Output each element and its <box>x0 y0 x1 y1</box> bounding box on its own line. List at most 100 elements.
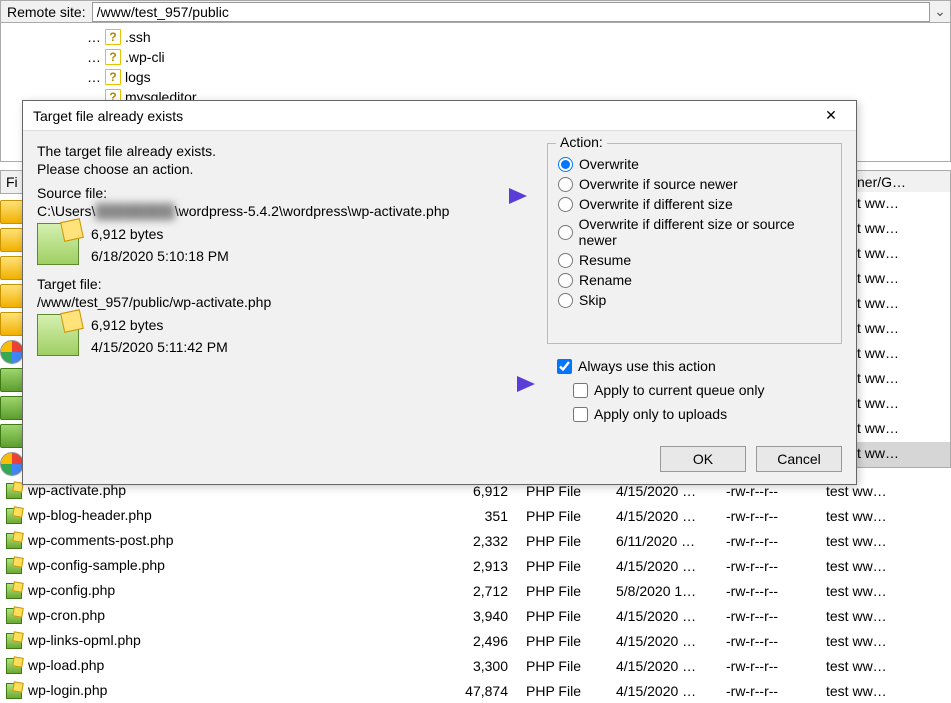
file-date: 6/11/2020 … <box>610 528 720 553</box>
file-perm: -rw-r--r-- <box>720 553 820 578</box>
php-file-icon <box>6 658 22 674</box>
unknown-icon: ? <box>105 49 121 65</box>
cancel-button[interactable]: Cancel <box>756 446 842 472</box>
action-radio[interactable]: Overwrite <box>558 156 831 172</box>
source-file-date: 6/18/2020 5:10:18 PM <box>91 245 229 267</box>
file-perm: -rw-r--r-- <box>720 528 820 553</box>
file-perm: -rw-r--r-- <box>720 678 820 703</box>
chrome-icon <box>0 340 24 364</box>
file-perm: -rw-r--r-- <box>720 503 820 528</box>
php-file-icon <box>6 683 22 699</box>
file-owner: test ww… <box>820 553 951 578</box>
file-owner: test ww… <box>820 578 951 603</box>
unknown-icon: ? <box>105 29 121 45</box>
tree-item-label: logs <box>125 69 151 85</box>
file-name: wp-blog-header.php <box>28 507 152 523</box>
action-radio[interactable]: Overwrite if different size or source ne… <box>558 216 831 248</box>
ok-button[interactable]: OK <box>660 446 746 472</box>
table-row[interactable]: wp-config.php2,712PHP File5/8/2020 1…-rw… <box>0 578 951 603</box>
table-row[interactable]: wp-login.php47,874PHP File4/15/2020 …-rw… <box>0 678 951 703</box>
target-file-path: /www/test_957/public/wp-activate.php <box>37 294 537 310</box>
apply-uploads-checkbox[interactable]: Apply only to uploads <box>573 406 842 422</box>
file-date: 4/15/2020 … <box>610 628 720 653</box>
owner-cell: t ww… <box>852 292 950 317</box>
close-icon[interactable]: ✕ <box>816 104 846 128</box>
tree-item[interactable]: …?.wp-cli <box>7 47 944 67</box>
action-radio[interactable]: Resume <box>558 252 831 268</box>
action-label: Skip <box>579 292 606 308</box>
action-group: Action: OverwriteOverwrite if source new… <box>547 143 842 344</box>
chevron-down-icon[interactable]: ⌄ <box>930 3 950 20</box>
owner-cell: t ww… <box>852 217 950 242</box>
table-row[interactable]: wp-load.php3,300PHP File4/15/2020 …-rw-r… <box>0 653 951 678</box>
file-perm: -rw-r--r-- <box>720 578 820 603</box>
table-row[interactable]: wp-blog-header.php351PHP File4/15/2020 …… <box>0 503 951 528</box>
file-name: wp-config.php <box>28 582 115 598</box>
target-file-label: Target file: <box>37 276 537 292</box>
table-row[interactable]: wp-comments-post.php2,332PHP File6/11/20… <box>0 528 951 553</box>
file-name: wp-load.php <box>28 657 104 673</box>
owner-cell: t ww… <box>852 317 950 342</box>
table-row[interactable]: wp-cron.php3,940PHP File4/15/2020 …-rw-r… <box>0 603 951 628</box>
table-row[interactable]: wp-links-opml.php2,496PHP File4/15/2020 … <box>0 628 951 653</box>
file-date: 5/8/2020 1… <box>610 578 720 603</box>
file-owner: test ww… <box>820 503 951 528</box>
file-size: 2,913 <box>300 553 520 578</box>
arrow-annotation <box>457 183 527 209</box>
folder-icon <box>0 256 24 280</box>
action-label: Rename <box>579 272 632 288</box>
file-type: PHP File <box>520 628 610 653</box>
php-file-icon <box>6 558 22 574</box>
file-type: PHP File <box>520 578 610 603</box>
file-name: wp-comments-post.php <box>28 532 174 548</box>
owner-cell: t ww… <box>852 342 950 367</box>
folder-icon <box>0 312 24 336</box>
action-label: Resume <box>579 252 631 268</box>
owner-cell: t ww… <box>852 392 950 417</box>
owner-cell: t ww… <box>852 192 950 217</box>
file-type: PHP File <box>520 503 610 528</box>
php-file-icon <box>6 508 22 524</box>
file-name: wp-config-sample.php <box>28 557 165 573</box>
folder-icon <box>0 284 24 308</box>
action-radio[interactable]: Skip <box>558 292 831 308</box>
file-owner: test ww… <box>820 628 951 653</box>
remote-site-label: Remote site: <box>1 4 92 20</box>
folder-icon <box>0 200 24 224</box>
overwrite-dialog: Target file already exists ✕ The target … <box>22 100 857 485</box>
file-perm: -rw-r--r-- <box>720 653 820 678</box>
file-list[interactable]: wp-activate.php6,912PHP File4/15/2020 …-… <box>0 478 951 702</box>
remote-site-bar: Remote site: ⌄ <box>0 0 951 22</box>
file-date: 4/15/2020 … <box>610 678 720 703</box>
dialog-message1: The target file already exists. <box>37 143 537 159</box>
action-radio[interactable]: Overwrite if different size <box>558 196 831 212</box>
app-icon <box>0 368 24 392</box>
action-label: Overwrite if different size <box>579 196 733 212</box>
action-legend: Action: <box>556 134 607 150</box>
app-icon <box>0 396 24 420</box>
apply-queue-checkbox[interactable]: Apply to current queue only <box>573 382 842 398</box>
folder-icon <box>0 228 24 252</box>
owner-cell: t ww… <box>852 367 950 392</box>
owner-cell: t ww… <box>852 442 950 467</box>
file-date: 4/15/2020 … <box>610 553 720 578</box>
file-type: PHP File <box>520 528 610 553</box>
action-label: Overwrite <box>579 156 639 172</box>
target-file-date: 4/15/2020 5:11:42 PM <box>91 336 228 358</box>
remote-site-input[interactable] <box>92 2 930 22</box>
php-file-icon <box>37 223 79 265</box>
action-radio[interactable]: Overwrite if source newer <box>558 176 831 192</box>
file-name: wp-login.php <box>28 682 107 698</box>
owner-column: t ww…t ww…t ww…t ww…t ww…t ww…t ww…t ww…… <box>851 192 951 468</box>
table-row[interactable]: wp-config-sample.php2,913PHP File4/15/20… <box>0 553 951 578</box>
action-radio[interactable]: Rename <box>558 272 831 288</box>
tree-item[interactable]: …?.ssh <box>7 27 944 47</box>
tree-item[interactable]: …?logs <box>7 67 944 87</box>
file-name: wp-links-opml.php <box>28 632 141 648</box>
owner-column-header[interactable]: ner/G… <box>851 170 951 194</box>
unknown-icon: ? <box>105 69 121 85</box>
always-use-checkbox[interactable]: Always use this action <box>557 358 842 374</box>
file-owner: test ww… <box>820 678 951 703</box>
action-label: Overwrite if source newer <box>579 176 738 192</box>
file-size: 47,874 <box>300 678 520 703</box>
